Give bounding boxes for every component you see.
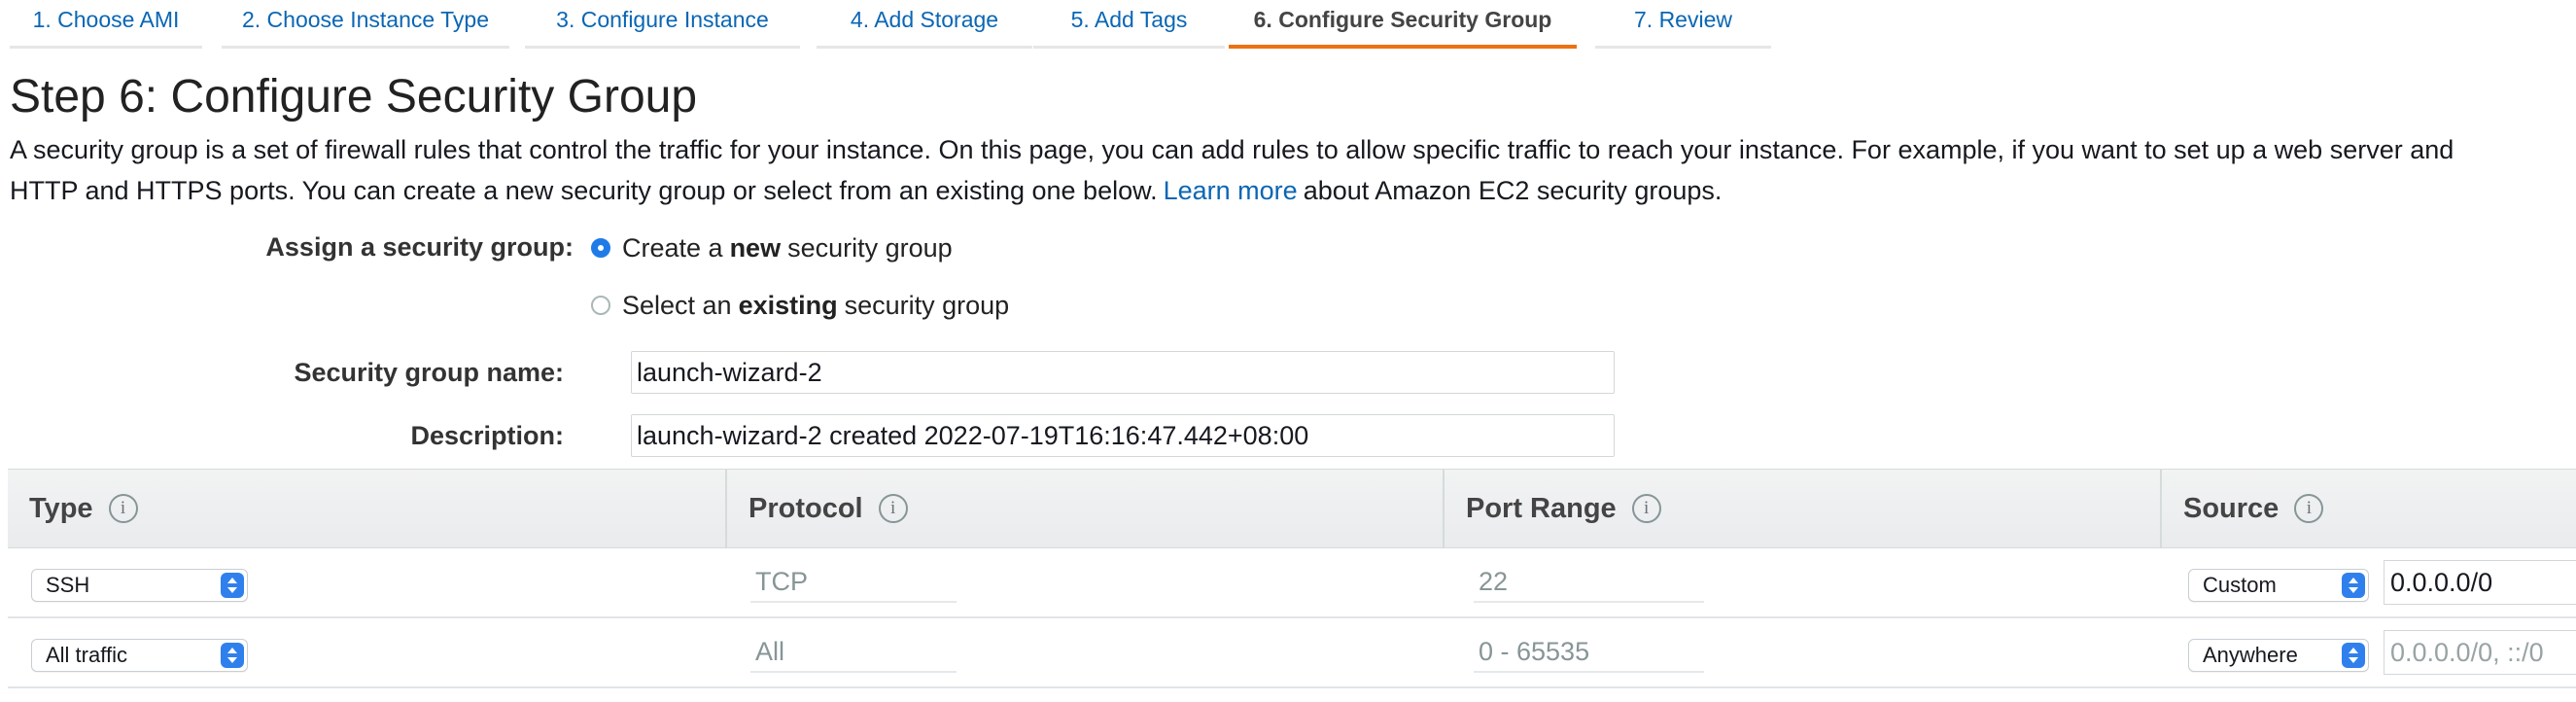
select-arrows-icon	[2342, 573, 2365, 598]
option-select-existing-security-group[interactable]: Select an existing security group	[591, 286, 1009, 325]
source-select-value: Anywhere	[2203, 643, 2298, 667]
tab-configure-security-group[interactable]: 6. Configure Security Group	[1229, 0, 1577, 49]
port-range-field: 22	[1474, 562, 1704, 603]
column-header-type: Type i	[8, 470, 725, 547]
type-select-value: All traffic	[46, 643, 127, 667]
security-group-description-input[interactable]	[631, 414, 1615, 457]
select-arrows-icon	[2342, 643, 2365, 668]
description-line-1: A security group is a set of firewall ru…	[10, 135, 2454, 164]
assign-security-group-label: Assign a security group:	[265, 232, 574, 262]
tab-configure-instance[interactable]: 3. Configure Instance	[525, 0, 800, 49]
wizard-tabs: 1. Choose AMI 2. Choose Instance Type 3.…	[0, 0, 2576, 51]
learn-more-link[interactable]: Learn more	[1164, 176, 1298, 205]
column-protocol-label: Protocol	[748, 492, 863, 524]
info-icon[interactable]: i	[878, 494, 908, 523]
select-arrows-icon	[221, 573, 244, 598]
table-row: All traffic All 0 - 65535 Anywhere 0.0.0…	[8, 618, 2576, 688]
option-create-new-security-group[interactable]: Create a new security group	[591, 228, 953, 267]
source-select-value: Custom	[2203, 573, 2277, 597]
description-label: Description:	[410, 421, 564, 450]
radio-unselected-icon[interactable]	[591, 296, 610, 315]
column-port-range-label: Port Range	[1466, 492, 1617, 524]
tab-add-storage[interactable]: 4. Add Storage	[817, 0, 1032, 49]
protocol-field: All	[750, 632, 957, 673]
description-text-2: HTTP and HTTPS ports. You can create a n…	[10, 176, 1158, 205]
tab-choose-ami[interactable]: 1. Choose AMI	[10, 0, 202, 49]
type-select-value: SSH	[46, 573, 90, 597]
column-source-label: Source	[2183, 492, 2280, 524]
description-line-2: HTTP and HTTPS ports. You can create a n…	[10, 170, 2576, 211]
security-group-name-label: Security group name:	[294, 358, 564, 387]
select-arrows-icon	[221, 643, 244, 668]
column-header-port-range: Port Range i	[1443, 470, 2160, 547]
source-cidr-input[interactable]: 0.0.0.0/0, ::/0	[2384, 630, 2576, 675]
tab-choose-instance-type[interactable]: 2. Choose Instance Type	[222, 0, 509, 49]
option-new-prefix: Create a	[622, 232, 723, 263]
option-existing-suffix: security group	[844, 290, 1010, 320]
protocol-field: TCP	[750, 562, 957, 603]
column-header-protocol: Protocol i	[725, 470, 1443, 547]
type-select[interactable]: SSH	[31, 569, 248, 602]
tab-review[interactable]: 7. Review	[1595, 0, 1771, 49]
page-title: Step 6: Configure Security Group	[10, 71, 698, 123]
port-range-field: 0 - 65535	[1474, 632, 1704, 673]
description-text-3: about Amazon EC2 security groups.	[1303, 176, 1723, 205]
tab-add-tags[interactable]: 5. Add Tags	[1033, 0, 1225, 49]
option-existing-bold: existing	[738, 290, 838, 320]
info-icon[interactable]: i	[2294, 494, 2324, 523]
option-new-bold: new	[729, 232, 782, 263]
page-description: A security group is a set of firewall ru…	[10, 129, 2576, 211]
column-type-label: Type	[29, 492, 93, 524]
security-group-name-input[interactable]	[631, 351, 1615, 394]
column-header-source: Source i	[2160, 470, 2576, 547]
source-cidr-input[interactable]: 0.0.0.0/0	[2384, 560, 2576, 605]
source-select[interactable]: Custom	[2188, 569, 2369, 602]
radio-selected-icon[interactable]	[591, 238, 610, 258]
table-row: SSH TCP 22 Custom 0.0.0.0/0	[8, 548, 2576, 618]
rules-table-header: Type i Protocol i Port Range i Source i	[8, 469, 2576, 548]
info-icon[interactable]: i	[1631, 494, 1661, 523]
info-icon[interactable]: i	[108, 494, 138, 523]
type-select[interactable]: All traffic	[31, 639, 248, 672]
option-new-suffix: security group	[787, 232, 953, 263]
source-select[interactable]: Anywhere	[2188, 639, 2369, 672]
option-existing-prefix: Select an	[622, 290, 732, 320]
